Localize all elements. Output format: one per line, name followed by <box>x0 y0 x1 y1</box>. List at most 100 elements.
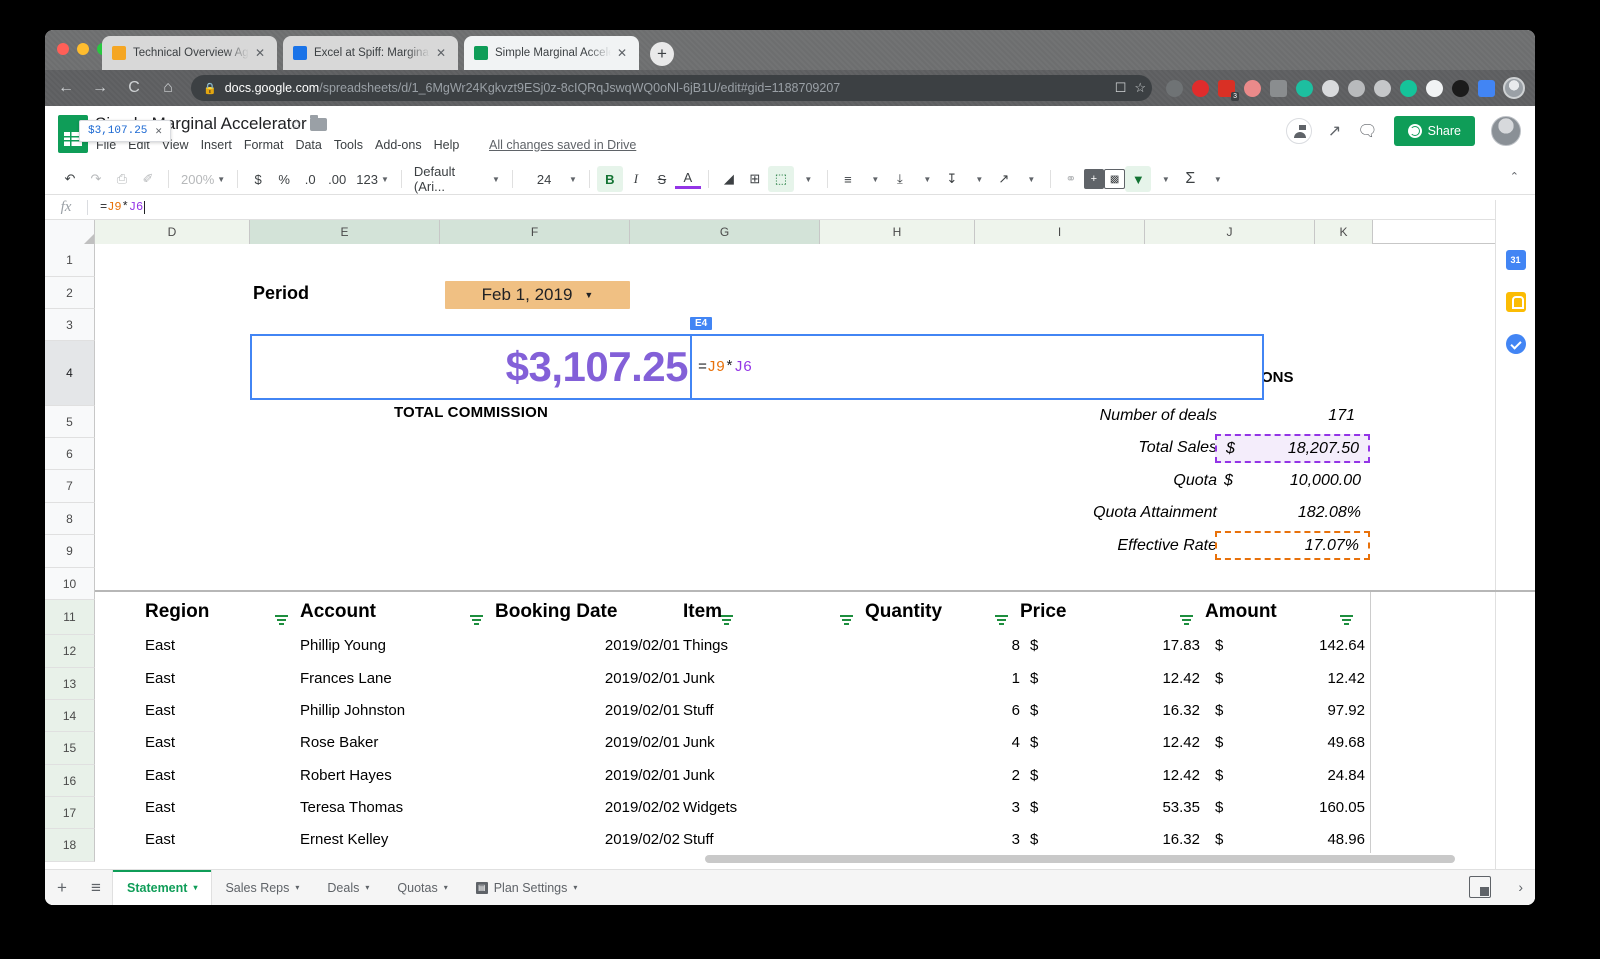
cell-account[interactable]: Phillip Johnston <box>300 694 405 726</box>
increase-decimal-button[interactable]: .00 <box>323 166 351 192</box>
cell-date[interactable]: 2019/02/01 <box>495 759 680 791</box>
google-keep-icon[interactable] <box>1505 292 1526 312</box>
cell-price[interactable]: 16.32 <box>1045 694 1200 726</box>
explore-icon[interactable] <box>1469 876 1491 898</box>
folder-icon[interactable] <box>310 115 327 131</box>
sheet-tab-quotas[interactable]: Quotas ▾ <box>383 870 461 906</box>
cell-date[interactable]: 2019/02/01 <box>495 694 680 726</box>
cell-qty[interactable]: 3 <box>865 791 1020 823</box>
cast-icon[interactable]: ☐ <box>1115 80 1127 96</box>
cell-price[interactable]: 12.42 <box>1045 726 1200 759</box>
table-header-booking-date[interactable]: Booking Date <box>495 594 617 629</box>
menu-format[interactable]: Format <box>244 138 284 152</box>
row-header-3[interactable]: 3 <box>45 309 95 341</box>
menu-data[interactable]: Data <box>295 138 321 152</box>
font-selector[interactable]: Default (Ari... ▼ <box>409 164 505 194</box>
new-tab-button[interactable]: + <box>650 42 674 66</box>
chevron-down-icon[interactable]: ▾ <box>193 883 197 892</box>
sheet-tab-statement[interactable]: Statement ▾ <box>113 869 212 905</box>
row-header-9[interactable]: 9 <box>45 535 95 568</box>
more-formats-button[interactable]: 123 ▼ <box>351 166 394 192</box>
rotate-chevron-down-icon[interactable]: ▼ <box>1017 166 1043 192</box>
filter-icon-account[interactable] <box>470 614 483 625</box>
filter-chevron-down-icon[interactable]: ▼ <box>1151 166 1177 192</box>
redo-icon[interactable]: ↷ <box>83 166 109 192</box>
currency-format-button[interactable]: $ <box>245 166 271 192</box>
table-header-price[interactable]: Price <box>1020 594 1066 629</box>
sheet-tab-sales-reps[interactable]: Sales Reps ▾ <box>211 870 313 906</box>
decrease-decimal-button[interactable]: .0 <box>297 166 323 192</box>
cell-item[interactable]: Stuff <box>683 694 714 726</box>
column-header-I[interactable]: I <box>975 220 1145 244</box>
insert-chart-icon[interactable]: ▩ <box>1103 169 1126 189</box>
table-header-region[interactable]: Region <box>145 594 209 629</box>
insert-comment-icon[interactable]: + <box>1083 169 1104 189</box>
functions-icon[interactable]: Σ <box>1177 166 1203 192</box>
table-header-amount[interactable]: Amount <box>1205 594 1277 629</box>
cell-qty[interactable]: 4 <box>865 726 1020 759</box>
cell-price[interactable]: 12.42 <box>1045 662 1200 694</box>
cell-account[interactable]: Robert Hayes <box>300 759 392 791</box>
cell-region[interactable]: East <box>145 823 175 856</box>
row-header-18[interactable]: 18 <box>45 829 95 862</box>
cell-amount[interactable]: 48.96 <box>1230 823 1365 856</box>
menu-tools[interactable]: Tools <box>334 138 363 152</box>
row-header-11[interactable]: 11 <box>45 600 95 635</box>
text-wrap-icon[interactable]: ↧ <box>939 166 965 192</box>
address-bar[interactable]: 🔒 docs.google.com/spreadsheets/d/1_6MgWr… <box>191 75 1152 101</box>
cell-account[interactable]: Ernest Kelley <box>300 823 388 856</box>
cell-region[interactable]: East <box>145 694 175 726</box>
expand-side-panel-icon[interactable]: › <box>1518 879 1523 895</box>
italic-button[interactable]: I <box>623 166 649 192</box>
cell-item[interactable]: Widgets <box>683 791 737 823</box>
profile-avatar[interactable] <box>1503 77 1525 99</box>
minimize-window-button[interactable] <box>77 43 89 55</box>
row-header-16[interactable]: 16 <box>45 765 95 797</box>
column-header-F[interactable]: F <box>440 220 630 244</box>
cell-item[interactable]: Junk <box>683 662 715 694</box>
row-header-4[interactable]: 4 <box>45 341 95 406</box>
table-header-item[interactable]: Item <box>683 594 722 629</box>
chevron-down-icon[interactable]: ▾ <box>295 883 299 892</box>
cell-qty[interactable]: 3 <box>865 823 1020 856</box>
menu-insert[interactable]: Insert <box>201 138 232 152</box>
column-header-D[interactable]: D <box>95 220 250 244</box>
cell-item[interactable]: Things <box>683 629 728 662</box>
period-dropdown[interactable]: Feb 1, 2019 ▼ <box>445 281 630 309</box>
browser-tab-1[interactable]: Technical Overview Agenda - v ✕ <box>102 36 277 70</box>
row-header-5[interactable]: 5 <box>45 406 95 438</box>
row-header-8[interactable]: 8 <box>45 503 95 535</box>
cell-date[interactable]: 2019/02/02 <box>495 791 680 823</box>
black-circle-extension-icon[interactable] <box>1452 79 1469 97</box>
cross-extension-icon[interactable] <box>1244 79 1261 97</box>
column-header-G[interactable]: G <box>630 220 820 244</box>
column-header-H[interactable]: H <box>820 220 975 244</box>
cell-account[interactable]: Frances Lane <box>300 662 392 694</box>
insert-link-icon[interactable]: ⚭ <box>1058 166 1084 192</box>
circle-a-extension-icon[interactable] <box>1374 79 1391 97</box>
filter-icon-item[interactable] <box>840 614 853 625</box>
total-commission-cell[interactable]: $3,107.25 <box>250 334 692 400</box>
forward-icon[interactable]: → <box>87 75 113 101</box>
cell-amount[interactable]: 24.84 <box>1230 759 1365 791</box>
zoom-level-selector[interactable]: 200% ▼ <box>176 166 230 192</box>
smiley-extension-icon[interactable] <box>1322 79 1339 97</box>
cell-region[interactable]: East <box>145 629 175 662</box>
print-icon[interactable]: ⎙ <box>109 166 135 192</box>
font-size-selector[interactable]: 24 ▼ <box>520 166 582 192</box>
home-icon[interactable]: ⌂ <box>155 75 181 101</box>
cell-price[interactable]: 17.83 <box>1045 629 1200 662</box>
column-header-K[interactable]: K <box>1315 220 1373 244</box>
row-header-14[interactable]: 14 <box>45 700 95 732</box>
cell-account[interactable]: Teresa Thomas <box>300 791 403 823</box>
cell-qty[interactable]: 2 <box>865 759 1020 791</box>
sheet-tab-deals[interactable]: Deals ▾ <box>313 870 383 906</box>
cell-price[interactable]: 16.32 <box>1045 823 1200 856</box>
close-icon[interactable]: ✕ <box>155 124 162 138</box>
video-extension-icon[interactable] <box>1478 79 1495 97</box>
cell-date[interactable]: 2019/02/01 <box>495 662 680 694</box>
filter-icon-region[interactable] <box>275 614 288 625</box>
momentum-extension-icon[interactable] <box>1296 79 1313 97</box>
goggles-extension-icon[interactable] <box>1166 79 1183 97</box>
sheet-tab-plan-settings[interactable]: ▤ Plan Settings ▾ <box>462 870 592 906</box>
